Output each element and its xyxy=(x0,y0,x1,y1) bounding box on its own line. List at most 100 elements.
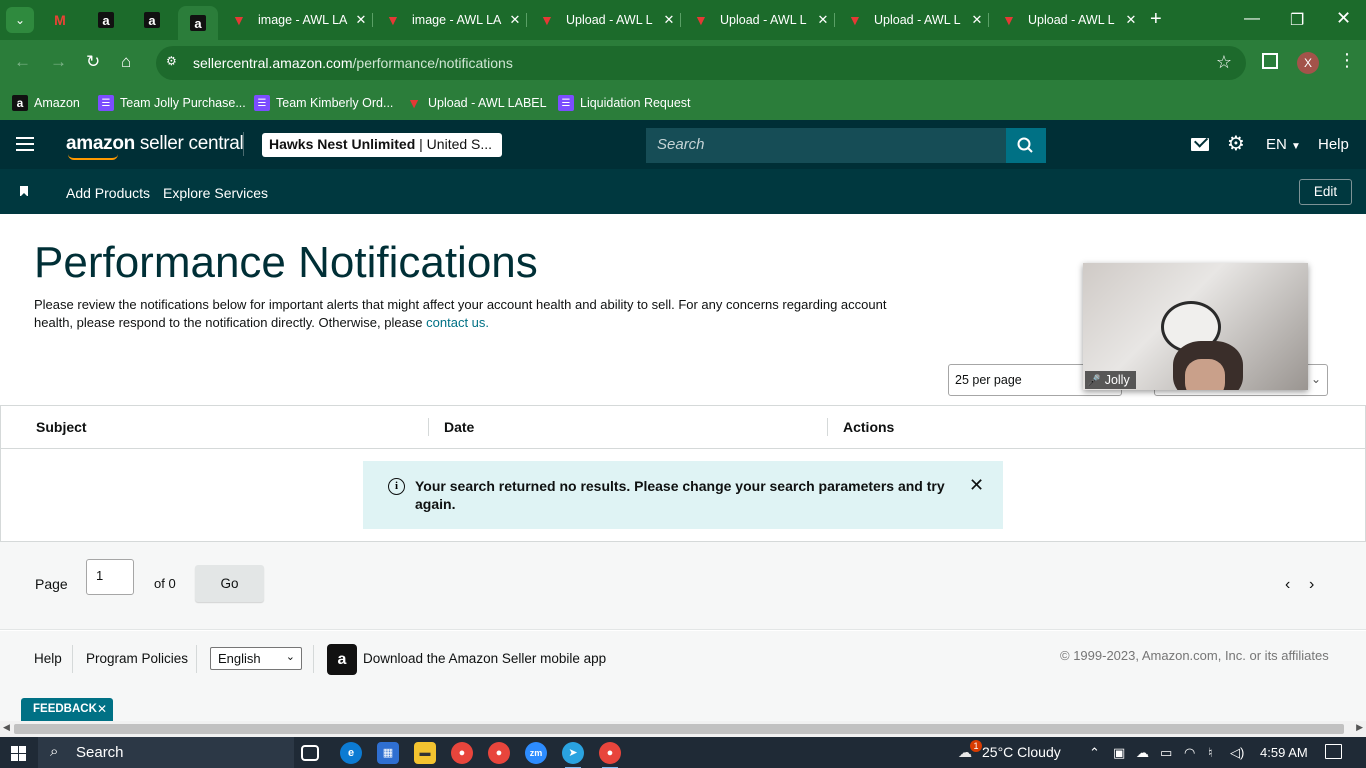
forward-icon[interactable]: → xyxy=(50,52,67,72)
chrome-profile-icon[interactable]: ● xyxy=(488,742,510,764)
bookmark-liquidation[interactable]: ☰ Liquidation Request xyxy=(558,93,691,113)
telegram-icon[interactable]: ➤ xyxy=(562,742,584,768)
store-icon[interactable]: ▦ xyxy=(377,742,399,764)
seller-central-logo[interactable]: amazon seller central xyxy=(66,133,244,160)
horizontal-scrollbar[interactable]: ◀ ▶ xyxy=(0,721,1366,737)
side-panel-icon[interactable] xyxy=(1262,53,1278,69)
browser-tab[interactable]: ▼ image - AWL LA ✕ xyxy=(374,6,527,34)
microphone-icon[interactable]: ♮ xyxy=(1208,745,1213,761)
home-icon[interactable]: ⌂ xyxy=(121,52,131,72)
reload-icon[interactable]: ↻ xyxy=(86,52,100,72)
edit-button[interactable]: Edit xyxy=(1299,179,1352,205)
scroll-right-icon[interactable]: ▶ xyxy=(1356,722,1363,733)
tab-search-button[interactable]: ⌄ xyxy=(6,7,34,33)
chevron-down-icon: ⌄ xyxy=(285,651,295,663)
minimize-icon[interactable]: — xyxy=(1244,10,1260,28)
meet-now-icon[interactable]: ▣ xyxy=(1113,745,1125,761)
task-view-icon[interactable] xyxy=(301,745,319,761)
bookmark-team-jolly[interactable]: ☰ Team Jolly Purchase... xyxy=(98,93,246,113)
close-tab-icon[interactable]: ✕ xyxy=(658,12,680,28)
bookmark-star-icon[interactable]: ☆ xyxy=(1216,52,1232,73)
wifi-icon[interactable]: ◠ xyxy=(1184,745,1195,761)
browser-tab[interactable]: ▼ image - AWL LA ✕ xyxy=(220,6,373,34)
page-title: Performance Notifications xyxy=(34,238,538,287)
windows-start-icon[interactable] xyxy=(11,746,26,761)
go-button[interactable]: Go xyxy=(195,565,264,602)
mail-icon[interactable] xyxy=(1191,138,1209,151)
weather-widget[interactable]: ☁ 1 25°C Cloudy xyxy=(958,740,1061,761)
column-date[interactable]: Date xyxy=(444,419,474,435)
help-link[interactable]: Help xyxy=(1318,136,1349,153)
chevron-right-icon[interactable]: › xyxy=(1309,576,1314,594)
bookmark-icon[interactable] xyxy=(20,186,28,197)
footer-help-link[interactable]: Help xyxy=(34,651,62,666)
pinned-tab-amazon-2[interactable]: a xyxy=(132,6,172,34)
chrome-icon[interactable]: ● xyxy=(451,742,473,764)
omnibox[interactable]: ⚙ sellercentral.amazon.com/performance/n… xyxy=(156,46,1246,80)
volume-icon[interactable]: ◁) xyxy=(1230,745,1244,761)
no-results-alert: i Your search returned no results. Pleas… xyxy=(363,461,1003,529)
file-explorer-icon[interactable]: ▬ xyxy=(414,742,436,764)
bookmark-team-kimberly[interactable]: ☰ Team Kimberly Ord... xyxy=(254,93,393,113)
new-tab-icon[interactable]: + xyxy=(1150,9,1162,29)
url-path: /performance/notifications xyxy=(352,55,513,71)
column-subject[interactable]: Subject xyxy=(36,419,87,435)
taskbar-clock[interactable]: 4:59 AM xyxy=(1260,745,1308,760)
window-close-icon[interactable]: ✕ xyxy=(1336,8,1351,29)
battery-icon[interactable]: ▭ xyxy=(1160,745,1172,761)
onedrive-icon[interactable]: ☁ xyxy=(1136,745,1149,761)
back-icon[interactable]: ← xyxy=(14,52,31,72)
bookmark-amazon[interactable]: a Amazon xyxy=(12,93,80,113)
pinned-tab-amazon-1[interactable]: a xyxy=(86,6,126,34)
close-icon[interactable]: ✕ xyxy=(969,475,984,496)
browser-menu-icon[interactable]: ⋮ xyxy=(1338,50,1356,71)
add-products-link[interactable]: Add Products xyxy=(66,185,150,201)
account-switcher[interactable]: Hawks Nest Unlimited | United S... xyxy=(262,133,502,157)
close-tab-icon[interactable]: ✕ xyxy=(350,12,372,28)
feedback-button[interactable]: FEEDBACK ✕ xyxy=(21,698,113,721)
notifications-icon[interactable] xyxy=(1325,744,1342,759)
taskbar-search[interactable]: ⌕ Search xyxy=(38,737,294,768)
close-tab-icon[interactable]: ✕ xyxy=(1120,12,1142,28)
amazon-icon: a xyxy=(98,12,114,28)
search-input[interactable]: Search xyxy=(646,128,1006,163)
close-tab-icon[interactable]: ✕ xyxy=(504,12,526,28)
amazon-app-icon[interactable]: a xyxy=(327,644,357,675)
chrome-active-icon[interactable]: ● xyxy=(599,742,621,768)
column-actions: Actions xyxy=(843,419,895,435)
browser-tab[interactable]: ▼ Upload - AWL L ✕ xyxy=(990,6,1142,34)
search-button[interactable] xyxy=(1006,128,1046,163)
restore-icon[interactable]: ❐ xyxy=(1290,10,1304,30)
url-host: sellercentral.amazon.com xyxy=(193,55,353,71)
browser-tab[interactable]: ▼ Upload - AWL L ✕ xyxy=(836,6,989,34)
contact-us-link[interactable]: contact us. xyxy=(426,315,489,330)
browser-tab[interactable]: ▼ Upload - AWL L ✕ xyxy=(682,6,835,34)
close-tab-icon[interactable]: ✕ xyxy=(966,12,988,28)
download-app-link[interactable]: Download the Amazon Seller mobile app xyxy=(363,651,606,666)
amazon-icon: a xyxy=(12,95,28,111)
program-policies-link[interactable]: Program Policies xyxy=(86,651,188,666)
pinned-tab-amazon-active[interactable]: a xyxy=(178,6,218,40)
chevron-up-icon[interactable]: ⌃ xyxy=(1089,745,1100,761)
scroll-left-icon[interactable]: ◀ xyxy=(3,722,10,733)
browser-tab[interactable]: ▼ Upload - AWL L ✕ xyxy=(528,6,681,34)
bookmark-upload-awl[interactable]: ▼ Upload - AWL LABEL xyxy=(406,93,547,113)
close-tab-icon[interactable]: ✕ xyxy=(812,12,834,28)
search-icon: ⌕ xyxy=(50,743,59,760)
profile-avatar[interactable]: X xyxy=(1297,52,1319,74)
page-number-input[interactable]: 1 xyxy=(86,559,134,595)
gear-icon[interactable]: ⚙ xyxy=(1227,134,1245,154)
explore-services-link[interactable]: Explore Services xyxy=(163,185,268,201)
pinned-tab-gmail[interactable]: M xyxy=(40,6,80,34)
amazon-icon: a xyxy=(190,15,206,31)
video-call-overlay[interactable]: 🎤 Jolly xyxy=(1083,263,1308,390)
zoom-icon[interactable]: zm xyxy=(525,742,547,764)
close-icon[interactable]: ✕ xyxy=(97,698,107,721)
edge-icon[interactable]: e xyxy=(340,742,362,764)
chevron-left-icon[interactable]: ‹ xyxy=(1285,576,1290,594)
language-selector[interactable]: EN ▼ xyxy=(1266,136,1301,153)
footer-language-select[interactable]: English ⌄ xyxy=(210,647,302,670)
hamburger-menu-icon[interactable] xyxy=(16,137,34,151)
site-settings-icon[interactable]: ⚙ xyxy=(166,54,184,72)
awl-icon: ▼ xyxy=(407,95,421,111)
